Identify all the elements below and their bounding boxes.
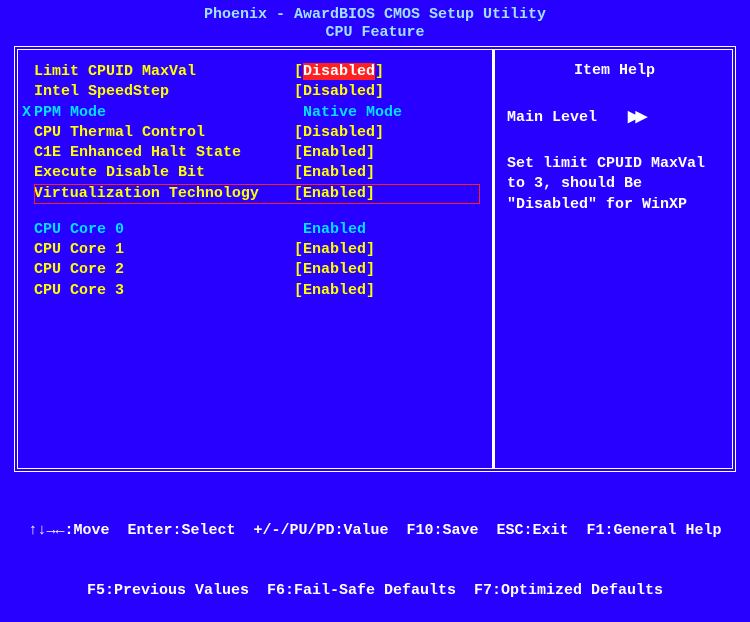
setting-value[interactable]: [Disabled] bbox=[294, 82, 384, 102]
footer-keys: ↑↓→←:Move Enter:Select +/-/PU/PD:Value F… bbox=[0, 472, 750, 622]
setting-value[interactable]: [Enabled] bbox=[294, 184, 375, 204]
bios-title-1: Phoenix - AwardBIOS CMOS Setup Utility bbox=[0, 6, 750, 24]
setting-label: Intel SpeedStep bbox=[34, 82, 294, 102]
setting-label: Execute Disable Bit bbox=[34, 163, 294, 183]
row-marker bbox=[22, 220, 34, 240]
bios-header: Phoenix - AwardBIOS CMOS Setup Utility C… bbox=[0, 0, 750, 46]
setting-label: PPM Mode bbox=[34, 103, 294, 123]
setting-value[interactable]: Native Mode bbox=[294, 103, 402, 123]
bios-title-2: CPU Feature bbox=[0, 24, 750, 42]
setting-label: Limit CPUID MaxVal bbox=[34, 62, 294, 82]
setting-row-2[interactable]: XPPM Mode Native Mode bbox=[30, 103, 480, 123]
help-text: Set limit CPUID MaxVal to 3, should Be "… bbox=[507, 154, 722, 215]
core-value[interactable]: [Enabled] bbox=[294, 260, 375, 280]
row-marker bbox=[22, 62, 34, 82]
main-box: Limit CPUID MaxVal[Disabled] Intel Speed… bbox=[14, 46, 736, 472]
row-marker bbox=[22, 281, 34, 301]
core-label: CPU Core 0 bbox=[34, 220, 294, 240]
row-marker bbox=[22, 82, 34, 102]
setting-value[interactable]: [Enabled] bbox=[294, 163, 375, 183]
setting-row-6[interactable]: Virtualization Technology[Enabled] bbox=[30, 184, 480, 204]
core-label: CPU Core 2 bbox=[34, 260, 294, 280]
setting-value[interactable]: [Disabled] bbox=[294, 62, 384, 82]
row-marker bbox=[22, 240, 34, 260]
core-value[interactable]: [Enabled] bbox=[294, 240, 375, 260]
core-row-1[interactable]: CPU Core 1[Enabled] bbox=[30, 240, 480, 260]
core-value[interactable]: Enabled bbox=[294, 220, 366, 240]
row-marker bbox=[22, 260, 34, 280]
setting-label: C1E Enhanced Halt State bbox=[34, 143, 294, 163]
row-marker bbox=[22, 163, 34, 183]
core-value[interactable]: [Enabled] bbox=[294, 281, 375, 301]
item-help-title: Item Help bbox=[507, 62, 722, 79]
row-marker: X bbox=[22, 103, 34, 123]
setting-value[interactable]: [Enabled] bbox=[294, 143, 375, 163]
row-marker bbox=[22, 184, 34, 204]
setting-value[interactable]: [Disabled] bbox=[294, 123, 384, 143]
setting-row-3[interactable]: CPU Thermal Control[Disabled] bbox=[30, 123, 480, 143]
footer-line-2: F5:Previous Values F6:Fail-Safe Defaults… bbox=[10, 581, 740, 601]
settings-panel: Limit CPUID MaxVal[Disabled] Intel Speed… bbox=[18, 50, 495, 468]
setting-row-1[interactable]: Intel SpeedStep[Disabled] bbox=[30, 82, 480, 102]
row-marker bbox=[22, 143, 34, 163]
core-row-3[interactable]: CPU Core 3[Enabled] bbox=[30, 281, 480, 301]
main-level-label: Main Level bbox=[507, 109, 597, 126]
core-label: CPU Core 1 bbox=[34, 240, 294, 260]
setting-label: CPU Thermal Control bbox=[34, 123, 294, 143]
setting-label: Virtualization Technology bbox=[34, 184, 294, 204]
setting-row-0[interactable]: Limit CPUID MaxVal[Disabled] bbox=[30, 62, 480, 82]
footer-line-1: ↑↓→←:Move Enter:Select +/-/PU/PD:Value F… bbox=[10, 521, 740, 541]
main-level-arrows: ▶▶ bbox=[628, 109, 643, 126]
setting-row-5[interactable]: Execute Disable Bit[Enabled] bbox=[30, 163, 480, 183]
setting-row-4[interactable]: C1E Enhanced Halt State[Enabled] bbox=[30, 143, 480, 163]
row-marker bbox=[22, 123, 34, 143]
core-row-2[interactable]: CPU Core 2[Enabled] bbox=[30, 260, 480, 280]
main-level: Main Level ▶▶ bbox=[507, 107, 722, 126]
help-panel: Item Help Main Level ▶▶ Set limit CPUID … bbox=[495, 50, 732, 468]
core-row-0[interactable]: CPU Core 0 Enabled bbox=[30, 220, 480, 240]
core-label: CPU Core 3 bbox=[34, 281, 294, 301]
